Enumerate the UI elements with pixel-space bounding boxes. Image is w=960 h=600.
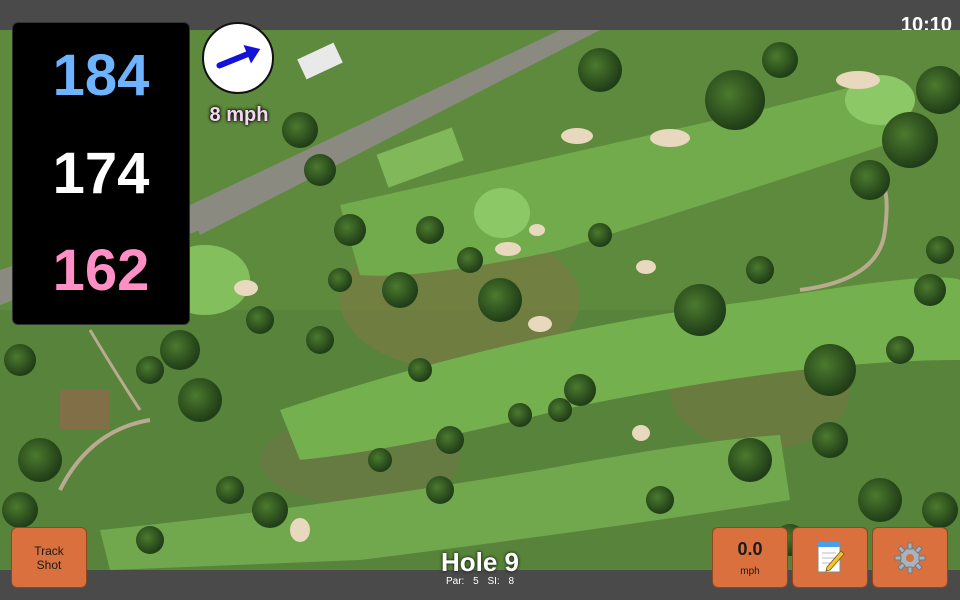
notes-button[interactable] (792, 527, 868, 588)
gear-icon (894, 542, 926, 573)
track-shot-label: Track Shot (34, 543, 64, 572)
front-distance: 162 (52, 238, 150, 303)
stroke-index-label: SI: 8 (487, 576, 515, 587)
wind-speed-button[interactable]: 0.0 mph (712, 527, 788, 588)
middle-distance: 174 (52, 141, 150, 206)
hole-title: Hole 9 (440, 547, 520, 577)
wind-unit: mph (740, 565, 760, 577)
wind-speed-label: 8 mph (209, 104, 269, 126)
back-distance: 184 (52, 43, 150, 108)
notepad-icon (817, 541, 845, 572)
wind-direction-indicator (202, 22, 274, 94)
par-label: Par: 5 (445, 576, 479, 587)
wind-value: 0.0 (737, 538, 763, 559)
arrow-icon (216, 44, 261, 69)
settings-button[interactable] (872, 527, 948, 588)
track-shot-button[interactable]: Track Shot (11, 527, 87, 588)
hole-info: Par: 5 SI: 8 (380, 576, 580, 587)
distance-panel: 184 174 162 (12, 22, 190, 325)
